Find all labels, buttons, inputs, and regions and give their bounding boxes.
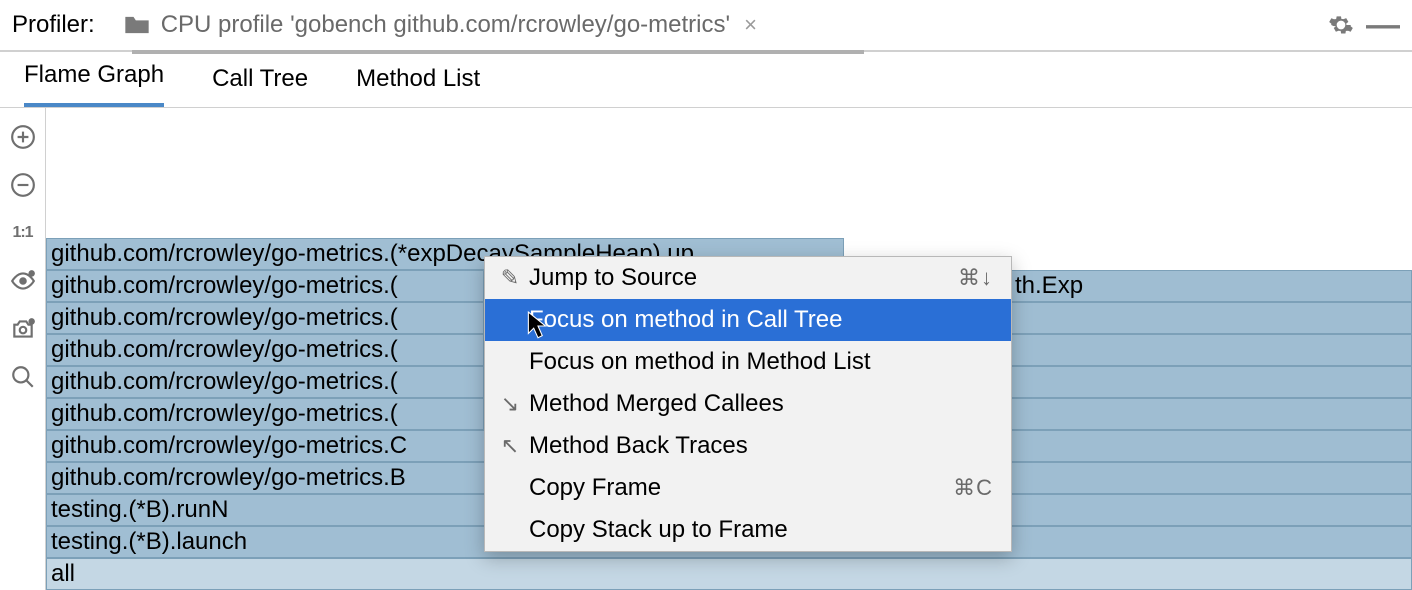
menu-merged-callees[interactable]: ↘ Method Merged Callees: [485, 383, 1011, 425]
minus-circle-icon: [10, 172, 36, 198]
search-button[interactable]: [8, 362, 38, 392]
flame-frame[interactable]: [1010, 398, 1412, 430]
menu-back-traces[interactable]: ↖ Method Back Traces: [485, 425, 1011, 467]
flame-frame[interactable]: github.com/rcrowley/go-metrics.B: [46, 462, 488, 494]
shortcut: ⌘C: [953, 475, 993, 501]
one-to-one-icon: 1:1: [12, 224, 32, 242]
zoom-out-button[interactable]: [8, 170, 38, 200]
arrow-up-left-icon: ↖: [495, 433, 525, 459]
flame-frame[interactable]: [1010, 302, 1412, 334]
flame-frame[interactable]: github.com/rcrowley/go-metrics.(: [46, 366, 484, 398]
flame-frame[interactable]: [1010, 430, 1412, 462]
profile-title: CPU profile 'gobench github.com/rcrowley…: [161, 11, 730, 39]
shortcut: ⌘↓: [958, 265, 993, 291]
menu-focus-method-list[interactable]: Focus on method in Method List: [485, 341, 1011, 383]
gear-icon: [1328, 12, 1354, 38]
flame-frame[interactable]: github.com/rcrowley/go-metrics.(: [46, 270, 484, 302]
presentation-button[interactable]: [8, 266, 38, 296]
edit-icon: ✎: [495, 265, 525, 291]
title-underline: [132, 50, 864, 54]
flame-frame-all[interactable]: all: [46, 558, 1412, 590]
zoom-in-button[interactable]: [8, 122, 38, 152]
close-tab-icon[interactable]: ×: [744, 12, 757, 38]
tab-method-list[interactable]: Method List: [356, 53, 480, 107]
search-icon: [10, 364, 36, 390]
flame-frame[interactable]: github.com/rcrowley/go-metrics.C: [46, 430, 490, 462]
menu-copy-frame[interactable]: Copy Frame ⌘C: [485, 467, 1011, 509]
arrow-down-right-icon: ↘: [495, 391, 525, 417]
flame-context-menu: ✎ Jump to Source ⌘↓ Focus on method in C…: [484, 256, 1012, 552]
plus-circle-icon: [10, 124, 36, 150]
camera-icon: [10, 316, 36, 342]
profiler-label: Profiler:: [12, 11, 95, 39]
reset-zoom-button[interactable]: 1:1: [8, 218, 38, 248]
flame-frame[interactable]: [1010, 462, 1412, 494]
flame-frame[interactable]: github.com/rcrowley/go-metrics.(: [46, 398, 484, 430]
flame-frame[interactable]: [1010, 366, 1412, 398]
flame-frame[interactable]: [1010, 334, 1412, 366]
profiler-tabs: Flame Graph Call Tree Method List: [0, 52, 1412, 108]
profiler-titlebar: Profiler: CPU profile 'gobench github.co…: [0, 0, 1412, 52]
flame-toolbar: 1:1: [0, 108, 46, 590]
menu-copy-stack[interactable]: Copy Stack up to Frame: [485, 509, 1011, 551]
flame-frame[interactable]: github.com/rcrowley/go-metrics.(: [46, 334, 484, 366]
capture-button[interactable]: [8, 314, 38, 344]
menu-focus-call-tree[interactable]: Focus on method in Call Tree: [485, 299, 1011, 341]
flame-frame[interactable]: github.com/rcrowley/go-metrics.(: [46, 302, 484, 334]
flame-frame[interactable]: th.Exp: [1010, 270, 1412, 302]
eye-icon: [10, 268, 36, 294]
settings-button[interactable]: [1324, 8, 1358, 42]
folder-icon: [123, 13, 151, 37]
minimize-button[interactable]: —: [1366, 8, 1400, 42]
tab-call-tree[interactable]: Call Tree: [212, 53, 308, 107]
menu-jump-to-source[interactable]: ✎ Jump to Source ⌘↓: [485, 257, 1011, 299]
tab-flame-graph[interactable]: Flame Graph: [24, 49, 164, 107]
